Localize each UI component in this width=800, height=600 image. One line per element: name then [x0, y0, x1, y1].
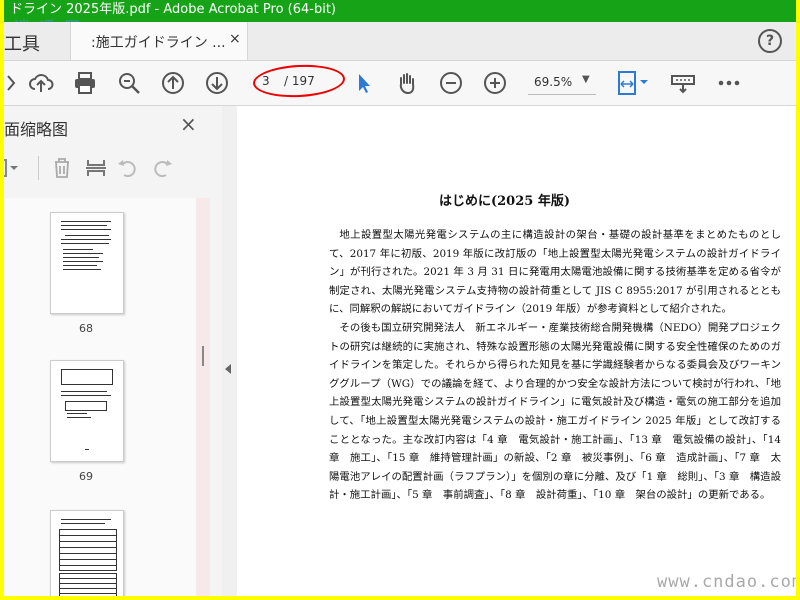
document-tab-label: :施工ガイドライン ... — [91, 35, 226, 51]
acrobat-window: ドライン 2025年版.pdf - Adobe Acrobat Pro (64-… — [4, 0, 796, 596]
pdf-page: はじめに(2025 年版) 地上設置型太陽光発電システムの主に構造設計の架台・基… — [237, 106, 796, 596]
thumbnail-page-number: 69 — [79, 470, 93, 483]
panel-resize-handle[interactable] — [202, 346, 204, 366]
watermark-url: www.cndao.com — [657, 572, 796, 592]
document-heading: はじめに(2025 年版) — [438, 194, 570, 209]
options-dropdown-icon[interactable] — [4, 156, 26, 180]
insert-page-icon[interactable] — [84, 156, 108, 180]
close-icon[interactable]: × — [229, 31, 241, 47]
page-thumbnail[interactable] — [50, 360, 124, 462]
document-paragraph: 地上設置型太陽光発電システムの主に構造設計の架台・基礎の設計基準をまとめたものと… — [329, 229, 781, 316]
document-body: 地上設置型太陽光発電システムの主に構造設計の架台・基礎の設計基準をまとめたものと… — [329, 226, 781, 505]
rotate-left-icon[interactable] — [116, 156, 140, 180]
thumbnail-scrollbar[interactable] — [196, 198, 210, 596]
title-bar: ドライン 2025年版.pdf - Adobe Acrobat Pro (64-… — [4, 0, 796, 22]
thumbnail-list: 68 69 — [4, 198, 204, 596]
thumbnail-page-number: 68 — [79, 322, 93, 335]
zoom-value: 69.5% — [534, 75, 573, 89]
document-paragraph: その後も国立研究開発法人 新エネルギー・産業技術総合開発機構（NEDO）開発プロ… — [329, 321, 781, 502]
help-icon[interactable]: ? — [758, 29, 782, 53]
select-cursor-icon[interactable] — [350, 70, 376, 96]
page-thumbnails-panel: 面缩略图 × 68 69 — [4, 106, 223, 596]
page-thumbnail[interactable] — [50, 510, 124, 596]
thumbnail-toolbar — [4, 148, 222, 188]
tab-document[interactable]: :施工ガイドライン ... × — [70, 22, 248, 60]
zoom-search-icon[interactable] — [116, 70, 142, 96]
panel-title: 面缩略图 — [4, 120, 69, 139]
chevron-down-icon: ▼ — [582, 74, 590, 85]
red-annotation-ellipse — [252, 62, 346, 100]
page-down-icon[interactable] — [204, 70, 230, 96]
tab-tools[interactable]: 工具 — [4, 30, 40, 56]
tab-bar: 工具 :施工ガイドライン ... × ? — [4, 22, 796, 61]
share-icon[interactable] — [4, 70, 20, 96]
cloud-upload-icon[interactable] — [28, 70, 54, 96]
panel-collapse-strip — [222, 106, 236, 596]
zoom-level-dropdown[interactable]: 69.5% ▼ — [528, 72, 596, 95]
collapse-panel-icon[interactable] — [225, 364, 231, 374]
zoom-out-icon[interactable] — [438, 70, 464, 96]
hand-tool-icon[interactable] — [394, 70, 420, 96]
trash-icon[interactable] — [50, 156, 74, 180]
page-up-icon[interactable] — [160, 70, 186, 96]
close-icon[interactable]: × — [180, 112, 197, 136]
rotate-right-icon[interactable] — [150, 156, 174, 180]
print-icon[interactable] — [72, 70, 98, 96]
main-toolbar: 3 / 197 69.5% ▼ — [4, 61, 796, 106]
document-view[interactable]: はじめに(2025 年版) 地上設置型太陽光発電システムの主に構造設計の架台・基… — [237, 106, 796, 596]
toolbar-divider — [38, 156, 39, 180]
page-thumbnail[interactable] — [50, 212, 124, 314]
keyboard-icon[interactable] — [670, 70, 696, 96]
zoom-in-icon[interactable] — [482, 70, 508, 96]
fit-page-icon[interactable] — [616, 70, 656, 96]
more-icon[interactable] — [716, 70, 742, 96]
